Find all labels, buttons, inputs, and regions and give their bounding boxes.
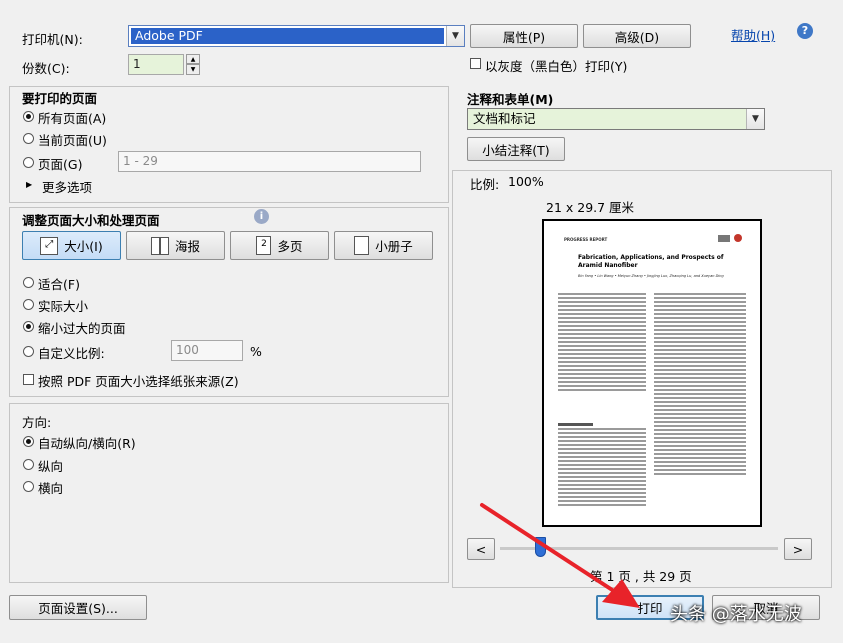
help-link[interactable]: 帮助(H) (731, 25, 775, 44)
auto-orientation-label: 自动纵向/横向(R) (38, 436, 136, 451)
landscape-label: 横向 (38, 481, 64, 496)
custom-scale-label: 自定义比例: (38, 346, 105, 361)
page-preview: PROGRESS REPORT Fabrication, Application… (542, 219, 762, 527)
size-button[interactable]: ⤢ 大小(I) (22, 231, 121, 260)
booklet-button[interactable]: 小册子 (334, 231, 433, 260)
multiple-pages-button[interactable]: 2 多页 (230, 231, 329, 260)
more-options-link[interactable]: 更多选项 (42, 177, 92, 196)
comments-title: 注释和表单(M) (467, 92, 554, 107)
booklet-icon (354, 236, 370, 255)
radio-actual-size[interactable] (23, 299, 34, 310)
orientation-title: 方向: (22, 415, 52, 430)
doc-header: PROGRESS REPORT (564, 237, 608, 242)
chevron-down-icon: ▼ (446, 26, 464, 46)
poster-icon (150, 236, 169, 255)
poster-button-label: 海报 (174, 239, 200, 254)
portrait-label: 纵向 (38, 459, 64, 474)
help-icon[interactable]: ? (797, 23, 813, 39)
comments-select-value: 文档和标记 (473, 111, 536, 126)
fit-label: 适合(F) (38, 277, 80, 292)
radio-fit[interactable] (23, 277, 34, 288)
next-page-button[interactable]: > (784, 538, 812, 560)
expand-triangle-icon[interactable]: ▶ (26, 180, 32, 189)
copies-input[interactable]: 1 (128, 54, 184, 75)
properties-button[interactable]: 属性(P) (470, 24, 578, 48)
watermark-text: 头条 @落水无波 (670, 604, 802, 625)
grayscale-label: 以灰度（黑白色）打印(Y) (485, 59, 628, 74)
radio-all-pages[interactable] (23, 111, 34, 122)
radio-pages[interactable] (23, 157, 34, 168)
chevron-down-icon: ▼ (746, 109, 764, 129)
pages-label: 页面(G) (38, 157, 83, 172)
printer-label: 打印机(N): (22, 32, 83, 47)
info-icon[interactable]: i (254, 209, 269, 224)
size-icon: ⤢ (40, 236, 59, 255)
page-setup-button[interactable]: 页面设置(S)... (9, 595, 147, 620)
page-size-label: 21 x 29.7 厘米 (546, 200, 635, 215)
shrink-label: 缩小过大的页面 (38, 321, 126, 336)
radio-custom-scale[interactable] (23, 346, 34, 357)
printer-select-value: Adobe PDF (131, 28, 444, 44)
scale-label: 比例: (470, 177, 500, 192)
current-page-label: 当前页面(U) (38, 133, 107, 148)
doc-right-column (654, 291, 746, 477)
custom-scale-input[interactable]: 100 (171, 340, 243, 361)
spin-down-icon[interactable]: ▼ (186, 64, 200, 75)
size-button-label: 大小(I) (64, 239, 103, 254)
summarize-comments-button[interactable]: 小结注释(T) (467, 137, 565, 161)
radio-auto-orientation[interactable] (23, 436, 34, 447)
doc-title: Fabrication, Applications, and Prospects… (578, 254, 724, 269)
orientation-group (9, 403, 449, 583)
percent-label: % (250, 344, 262, 359)
pdf-paper-source-checkbox[interactable] (23, 374, 34, 385)
sizing-group-title: 调整页面大小和处理页面 (22, 213, 160, 228)
radio-portrait[interactable] (23, 459, 34, 470)
advanced-button[interactable]: 高级(D) (583, 24, 691, 48)
multiple-pages-icon: 2 (256, 236, 272, 255)
red-arrow-annotation (480, 503, 640, 608)
multiple-pages-button-label: 多页 (277, 239, 303, 254)
all-pages-label: 所有页面(A) (38, 111, 107, 126)
radio-current-page[interactable] (23, 133, 34, 144)
pdf-paper-source-label: 按照 PDF 页面大小选择纸张来源(Z) (38, 374, 239, 389)
copies-label: 份数(C): (22, 61, 70, 76)
actual-size-label: 实际大小 (38, 299, 89, 314)
copies-spinner[interactable]: ▲ ▼ (186, 54, 200, 75)
scale-value: 100% (508, 174, 544, 189)
poster-button[interactable]: 海报 (126, 231, 225, 260)
grayscale-checkbox[interactable] (470, 58, 481, 69)
comments-select[interactable]: 文档和标记 ▼ (467, 108, 765, 130)
pages-range-input[interactable]: 1 - 29 (118, 151, 421, 172)
spin-up-icon[interactable]: ▲ (186, 54, 200, 64)
doc-abstract (558, 291, 646, 393)
publisher-logo (718, 235, 730, 242)
pages-group-title: 要打印的页面 (22, 91, 98, 106)
journal-icon (734, 234, 742, 242)
radio-landscape[interactable] (23, 481, 34, 492)
radio-shrink[interactable] (23, 321, 34, 332)
printer-select[interactable]: Adobe PDF ▼ (128, 25, 465, 47)
doc-authors: Bin Yang • Lin Wang • Meiyun Zhang • Jin… (578, 274, 724, 278)
booklet-button-label: 小册子 (375, 239, 413, 254)
